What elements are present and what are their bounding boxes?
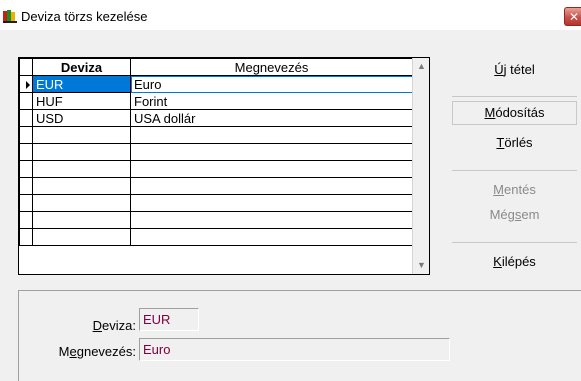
cell-name[interactable]: [130, 177, 413, 195]
column-header-name[interactable]: Megnevezés: [130, 58, 413, 76]
cell-currency[interactable]: [32, 143, 131, 161]
row-indicator: [19, 126, 33, 144]
cell-name[interactable]: [130, 194, 413, 212]
currency-label-text: eviza:: [102, 318, 136, 333]
cell-name[interactable]: Forint: [130, 92, 413, 110]
button-separator: [452, 170, 577, 171]
new-item-button[interactable]: Új tétel: [452, 58, 577, 82]
name-field[interactable]: Euro: [139, 338, 450, 361]
currency-label-accelerator: D: [92, 318, 103, 333]
table-row[interactable]: [19, 228, 413, 246]
currency-table: Deviza Megnevezés EUR Euro HUF Forint US…: [19, 58, 413, 246]
save-accelerator: M: [493, 182, 505, 197]
table-row[interactable]: USD USA dollár: [19, 109, 413, 127]
currency-field-label: Deviza:: [30, 318, 136, 333]
currency-grid[interactable]: Deviza Megnevezés EUR Euro HUF Forint US…: [18, 57, 430, 275]
table-row[interactable]: [19, 143, 413, 161]
row-indicator: [19, 228, 33, 246]
name-field-label: Megnevezés:: [30, 344, 136, 359]
cell-currency[interactable]: [32, 194, 131, 212]
table-row[interactable]: [19, 177, 413, 195]
vertical-scrollbar[interactable]: ▲ ▼: [412, 58, 429, 274]
save-label: entés: [504, 182, 536, 197]
row-indicator: [19, 194, 33, 212]
grid-header-row: Deviza Megnevezés: [19, 58, 413, 76]
name-label-accelerator: e: [69, 344, 77, 359]
books-app-icon: [3, 9, 17, 23]
name-label-pre: M: [58, 344, 70, 359]
row-indicator: [19, 143, 33, 161]
cell-currency[interactable]: [32, 160, 131, 178]
exit-accelerator: K: [493, 254, 502, 269]
row-indicator-header: [19, 58, 33, 76]
delete-label: örlés: [504, 135, 533, 150]
row-indicator: [19, 211, 33, 229]
table-row[interactable]: [19, 211, 413, 229]
cancel-label-pre: Még: [489, 207, 515, 222]
scroll-down-arrow-icon[interactable]: ▼: [413, 257, 429, 274]
cell-currency[interactable]: [32, 211, 131, 229]
cell-name[interactable]: [130, 211, 413, 229]
button-separator: [452, 96, 577, 97]
detail-panel: [18, 290, 581, 381]
scroll-up-arrow-icon[interactable]: ▲: [413, 58, 429, 75]
scrollbar-track[interactable]: [413, 75, 429, 257]
name-label-text: gnevezés:: [76, 344, 136, 359]
table-row[interactable]: HUF Forint: [19, 92, 413, 110]
window-title: Deviza törzs kezelése: [21, 9, 148, 24]
modify-label: ódosítás: [495, 105, 545, 120]
save-button[interactable]: Mentés: [452, 178, 577, 202]
row-indicator: [19, 160, 33, 178]
exit-button[interactable]: Kilépés: [452, 250, 577, 274]
row-indicator: [19, 177, 33, 195]
cell-name[interactable]: USA dollár: [130, 109, 413, 127]
cell-name[interactable]: [130, 126, 413, 144]
table-row[interactable]: EUR Euro: [19, 75, 413, 93]
row-indicator: [19, 92, 33, 110]
modify-button[interactable]: Módosítás: [452, 101, 577, 125]
cell-currency[interactable]: [32, 126, 131, 144]
cancel-button[interactable]: Mégsem: [452, 203, 577, 227]
cell-name[interactable]: [130, 228, 413, 246]
cell-currency[interactable]: [32, 177, 131, 195]
modify-accelerator: M: [484, 105, 496, 120]
current-row-arrow-icon: [26, 81, 30, 89]
cell-name[interactable]: [130, 160, 413, 178]
cell-currency[interactable]: HUF: [32, 92, 131, 110]
row-indicator: [19, 75, 33, 93]
table-row[interactable]: [19, 160, 413, 178]
column-header-currency[interactable]: Deviza: [32, 58, 131, 76]
close-button[interactable]: ✕: [564, 7, 581, 26]
exit-label: ilépés: [501, 254, 536, 269]
cell-currency[interactable]: EUR: [32, 75, 131, 93]
currency-field[interactable]: EUR: [139, 308, 199, 331]
close-icon: ✕: [569, 10, 580, 24]
table-row[interactable]: [19, 194, 413, 212]
new-item-label: j tétel: [503, 62, 535, 77]
table-row[interactable]: [19, 126, 413, 144]
row-indicator: [19, 109, 33, 127]
cell-name[interactable]: Euro: [130, 75, 413, 93]
button-separator: [452, 242, 577, 243]
cell-currency[interactable]: USD: [32, 109, 131, 127]
cell-name[interactable]: [130, 143, 413, 161]
title-bar: Deviza törzs kezelése ✕: [0, 0, 581, 30]
new-item-accelerator: Ú: [494, 62, 504, 77]
cancel-label: em: [521, 207, 540, 222]
delete-button[interactable]: Törlés: [452, 131, 577, 155]
cell-currency[interactable]: [32, 228, 131, 246]
